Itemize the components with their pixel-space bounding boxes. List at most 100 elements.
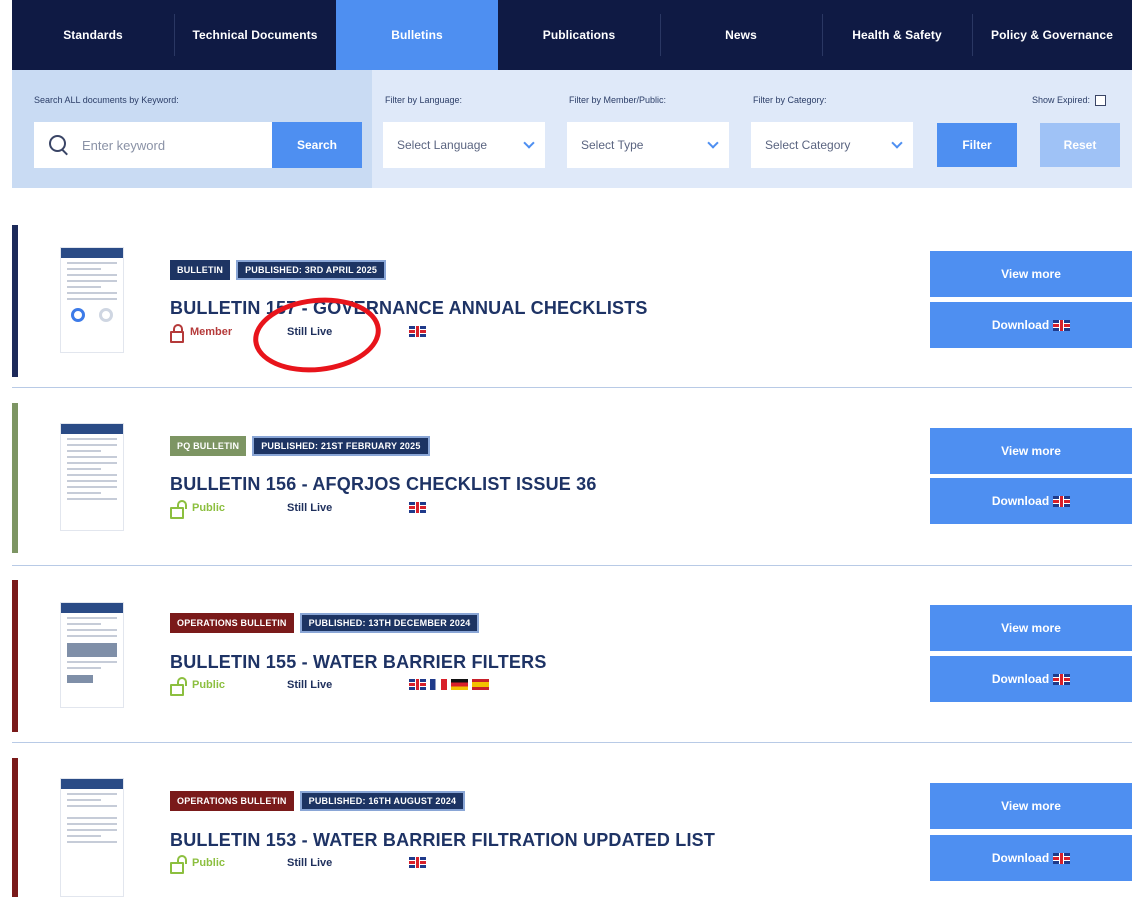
tab-standards[interactable]: Standards [12, 0, 174, 70]
tab-label: Standards [63, 28, 123, 42]
badge-group: BULLETIN PUBLISHED: 3RD APRIL 2025 [170, 260, 387, 280]
category-select[interactable]: Select Category [751, 122, 913, 168]
language-flags [409, 679, 489, 690]
type-filter-label: Filter by Member/Public: [569, 95, 667, 105]
status-text: Still Live [287, 679, 333, 691]
bulletin-title[interactable]: BULLETIN 153 - WATER BARRIER FILTRATION … [170, 830, 715, 851]
tab-label: News [725, 28, 757, 42]
tab-publications[interactable]: Publications [498, 0, 660, 70]
language-filter-label: Filter by Language: [385, 95, 463, 105]
show-expired-label: Show Expired: [1032, 95, 1091, 105]
bulletin-row: BULLETIN PUBLISHED: 3RD APRIL 2025 BULLE… [12, 225, 1132, 388]
fr-flag-icon[interactable] [430, 679, 447, 690]
badge-group: OPERATIONS BULLETIN PUBLISHED: 16TH AUGU… [170, 791, 466, 811]
tab-bulletins[interactable]: Bulletins [336, 0, 498, 70]
row-divider [12, 742, 1132, 743]
chevron-down-icon [523, 136, 535, 149]
access-level: Public [170, 500, 226, 519]
document-thumbnail[interactable] [60, 602, 124, 708]
tab-technical-documents[interactable]: Technical Documents [174, 0, 336, 70]
search-label: Search ALL documents by Keyword: [34, 95, 179, 105]
search-box[interactable] [34, 122, 274, 168]
category-badge: OPERATIONS BULLETIN [170, 613, 294, 633]
es-flag-icon[interactable] [472, 679, 489, 690]
chevron-down-icon [707, 136, 719, 149]
language-flags [409, 326, 426, 337]
download-button[interactable]: Download [930, 478, 1132, 524]
row-divider [12, 387, 1132, 388]
tab-label: Health & Safety [852, 28, 942, 42]
uk-flag-icon[interactable] [409, 502, 426, 513]
unlock-icon [170, 677, 187, 696]
lock-icon [170, 324, 184, 343]
language-flags [409, 857, 426, 868]
show-expired-checkbox[interactable] [1095, 95, 1106, 106]
category-color-bar [12, 225, 18, 377]
category-select-value: Select Category [765, 138, 851, 152]
uk-flag-icon [1053, 673, 1071, 685]
unlock-icon [170, 855, 187, 874]
access-label: Public [192, 679, 226, 691]
download-label: Download [991, 318, 1050, 332]
status-text: Still Live [287, 502, 333, 514]
tab-news[interactable]: News [660, 0, 822, 70]
tab-health-safety[interactable]: Health & Safety [822, 0, 972, 70]
keyword-search-pane: Search ALL documents by Keyword: Search [12, 70, 372, 188]
document-thumbnail[interactable] [60, 247, 124, 353]
download-label: Download [991, 851, 1050, 865]
access-level: Member [170, 324, 233, 343]
language-select[interactable]: Select Language [383, 122, 545, 168]
tab-label: Policy & Governance [991, 28, 1113, 42]
view-more-button[interactable]: View more [930, 428, 1132, 474]
uk-flag-icon [1053, 319, 1071, 331]
published-badge: PUBLISHED: 13TH DECEMBER 2024 [299, 613, 480, 633]
row-divider [12, 565, 1132, 566]
download-button[interactable]: Download [930, 835, 1132, 881]
bulletin-row: OPERATIONS BULLETIN PUBLISHED: 13TH DECE… [12, 580, 1132, 743]
tab-policy-governance[interactable]: Policy & Governance [972, 0, 1132, 70]
search-input[interactable] [82, 137, 252, 153]
uk-flag-icon[interactable] [409, 857, 426, 868]
reset-button[interactable]: Reset [1040, 123, 1120, 167]
published-badge: PUBLISHED: 16TH AUGUST 2024 [299, 791, 466, 811]
unlock-icon [170, 500, 187, 519]
category-filter-label: Filter by Category: [753, 95, 827, 105]
bulletin-title[interactable]: BULLETIN 156 - AFQRJOS CHECKLIST ISSUE 3… [170, 474, 597, 495]
uk-flag-icon [1053, 495, 1071, 507]
view-more-button[interactable]: View more [930, 605, 1132, 651]
tab-label: Technical Documents [192, 28, 318, 42]
bulletin-title[interactable]: BULLETIN 155 - WATER BARRIER FILTERS [170, 652, 547, 673]
access-level: Public [170, 677, 226, 696]
access-label: Public [192, 502, 226, 514]
main-nav: Standards Technical Documents Bulletins … [12, 0, 1132, 70]
tab-label: Publications [542, 28, 616, 42]
published-badge: PUBLISHED: 21ST FEBRUARY 2025 [252, 436, 430, 456]
document-thumbnail[interactable] [60, 778, 124, 897]
access-label: Member [190, 326, 233, 338]
filter-button[interactable]: Filter [937, 123, 1017, 167]
bulletin-title[interactable]: BULLETIN 157 - GOVERNANCE ANNUAL CHECKLI… [170, 298, 648, 319]
view-more-button[interactable]: View more [930, 251, 1132, 297]
chevron-down-icon [891, 136, 903, 149]
bulletin-row: PQ BULLETIN PUBLISHED: 21ST FEBRUARY 202… [12, 403, 1132, 566]
access-level: Public [170, 855, 226, 874]
published-badge: PUBLISHED: 3RD APRIL 2025 [236, 260, 387, 280]
download-button[interactable]: Download [930, 302, 1132, 348]
access-label: Public [192, 857, 226, 869]
badge-group: PQ BULLETIN PUBLISHED: 21ST FEBRUARY 202… [170, 436, 430, 456]
search-icon [48, 134, 70, 156]
uk-flag-icon[interactable] [409, 679, 426, 690]
category-color-bar [12, 403, 18, 553]
download-button[interactable]: Download [930, 656, 1132, 702]
search-button[interactable]: Search [272, 122, 362, 168]
type-select-value: Select Type [581, 138, 644, 152]
de-flag-icon[interactable] [451, 679, 468, 690]
document-thumbnail[interactable] [60, 423, 124, 531]
view-more-button[interactable]: View more [930, 783, 1132, 829]
type-select[interactable]: Select Type [567, 122, 729, 168]
language-select-value: Select Language [397, 138, 488, 152]
category-badge: BULLETIN [170, 260, 231, 280]
bulletin-row: OPERATIONS BULLETIN PUBLISHED: 16TH AUGU… [12, 758, 1132, 897]
category-badge: OPERATIONS BULLETIN [170, 791, 294, 811]
uk-flag-icon[interactable] [409, 326, 426, 337]
